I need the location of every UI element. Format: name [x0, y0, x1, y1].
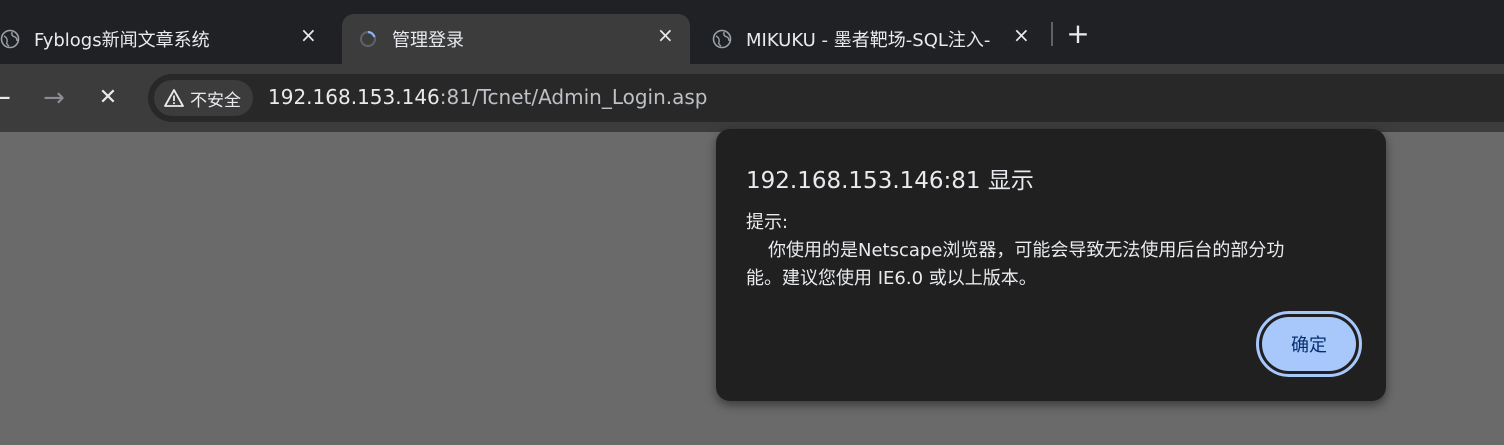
close-icon[interactable]: ×: [1013, 23, 1030, 47]
close-icon[interactable]: ×: [300, 23, 317, 47]
url-text[interactable]: 192.168.153.146:81/Tcnet/Admin_Login.asp: [268, 85, 708, 109]
back-button[interactable]: ←: [0, 84, 14, 112]
forward-button[interactable]: →: [40, 84, 68, 112]
tab-separator: [1051, 22, 1053, 46]
warning-icon: [164, 89, 184, 107]
stop-button[interactable]: ✕: [94, 84, 122, 112]
loading-icon: [360, 30, 376, 47]
url-host: 192.168.153.146: [268, 85, 440, 109]
message-line: 能。建议您使用 IE6.0 或以上版本。: [746, 268, 1037, 289]
tab-title: 管理登录: [392, 30, 464, 51]
globe-icon: [0, 29, 20, 49]
tab-admin-login[interactable]: 管理登录 ×: [342, 14, 690, 64]
alert-dialog: 192.168.153.146:81 显示 提示: 你使用的是Netscape浏…: [716, 129, 1386, 401]
dialog-title: 192.168.153.146:81 显示: [746, 168, 1034, 194]
message-line: 提示:: [746, 212, 789, 233]
toolbar: ← → ✕ 不安全 192.168.153.146:81/Tcnet/Admin…: [0, 64, 1504, 132]
security-chip[interactable]: 不安全: [154, 80, 253, 116]
address-bar[interactable]: 不安全 192.168.153.146:81/Tcnet/Admin_Login…: [148, 74, 1504, 122]
new-tab-button[interactable]: +: [1064, 18, 1092, 50]
tab-mikuku[interactable]: MIKUKU - 墨者靶场-SQL注入- ×: [698, 14, 1044, 64]
ok-button-focus-ring: 确定: [1256, 311, 1362, 377]
message-line: 你使用的是Netscape浏览器，可能会导致无法使用后台的部分功: [768, 240, 1285, 261]
tab-fyblogs[interactable]: Fyblogs新闻文章系统 ×: [0, 14, 340, 64]
ok-button[interactable]: 确定: [1262, 317, 1356, 371]
tab-title: Fyblogs新闻文章系统: [34, 30, 210, 51]
tab-title: MIKUKU - 墨者靶场-SQL注入-: [746, 30, 991, 51]
tab-strip: Fyblogs新闻文章系统 × 管理登录 × MIKUKU - 墨者靶场-SQL…: [0, 0, 1504, 64]
url-path: :81/Tcnet/Admin_Login.asp: [439, 85, 708, 109]
security-label: 不安全: [190, 90, 241, 111]
close-icon[interactable]: ×: [657, 23, 674, 47]
globe-icon: [712, 29, 732, 49]
dialog-message: 提示: 你使用的是Netscape浏览器，可能会导致无法使用后台的部分功 能。建…: [746, 209, 1356, 293]
